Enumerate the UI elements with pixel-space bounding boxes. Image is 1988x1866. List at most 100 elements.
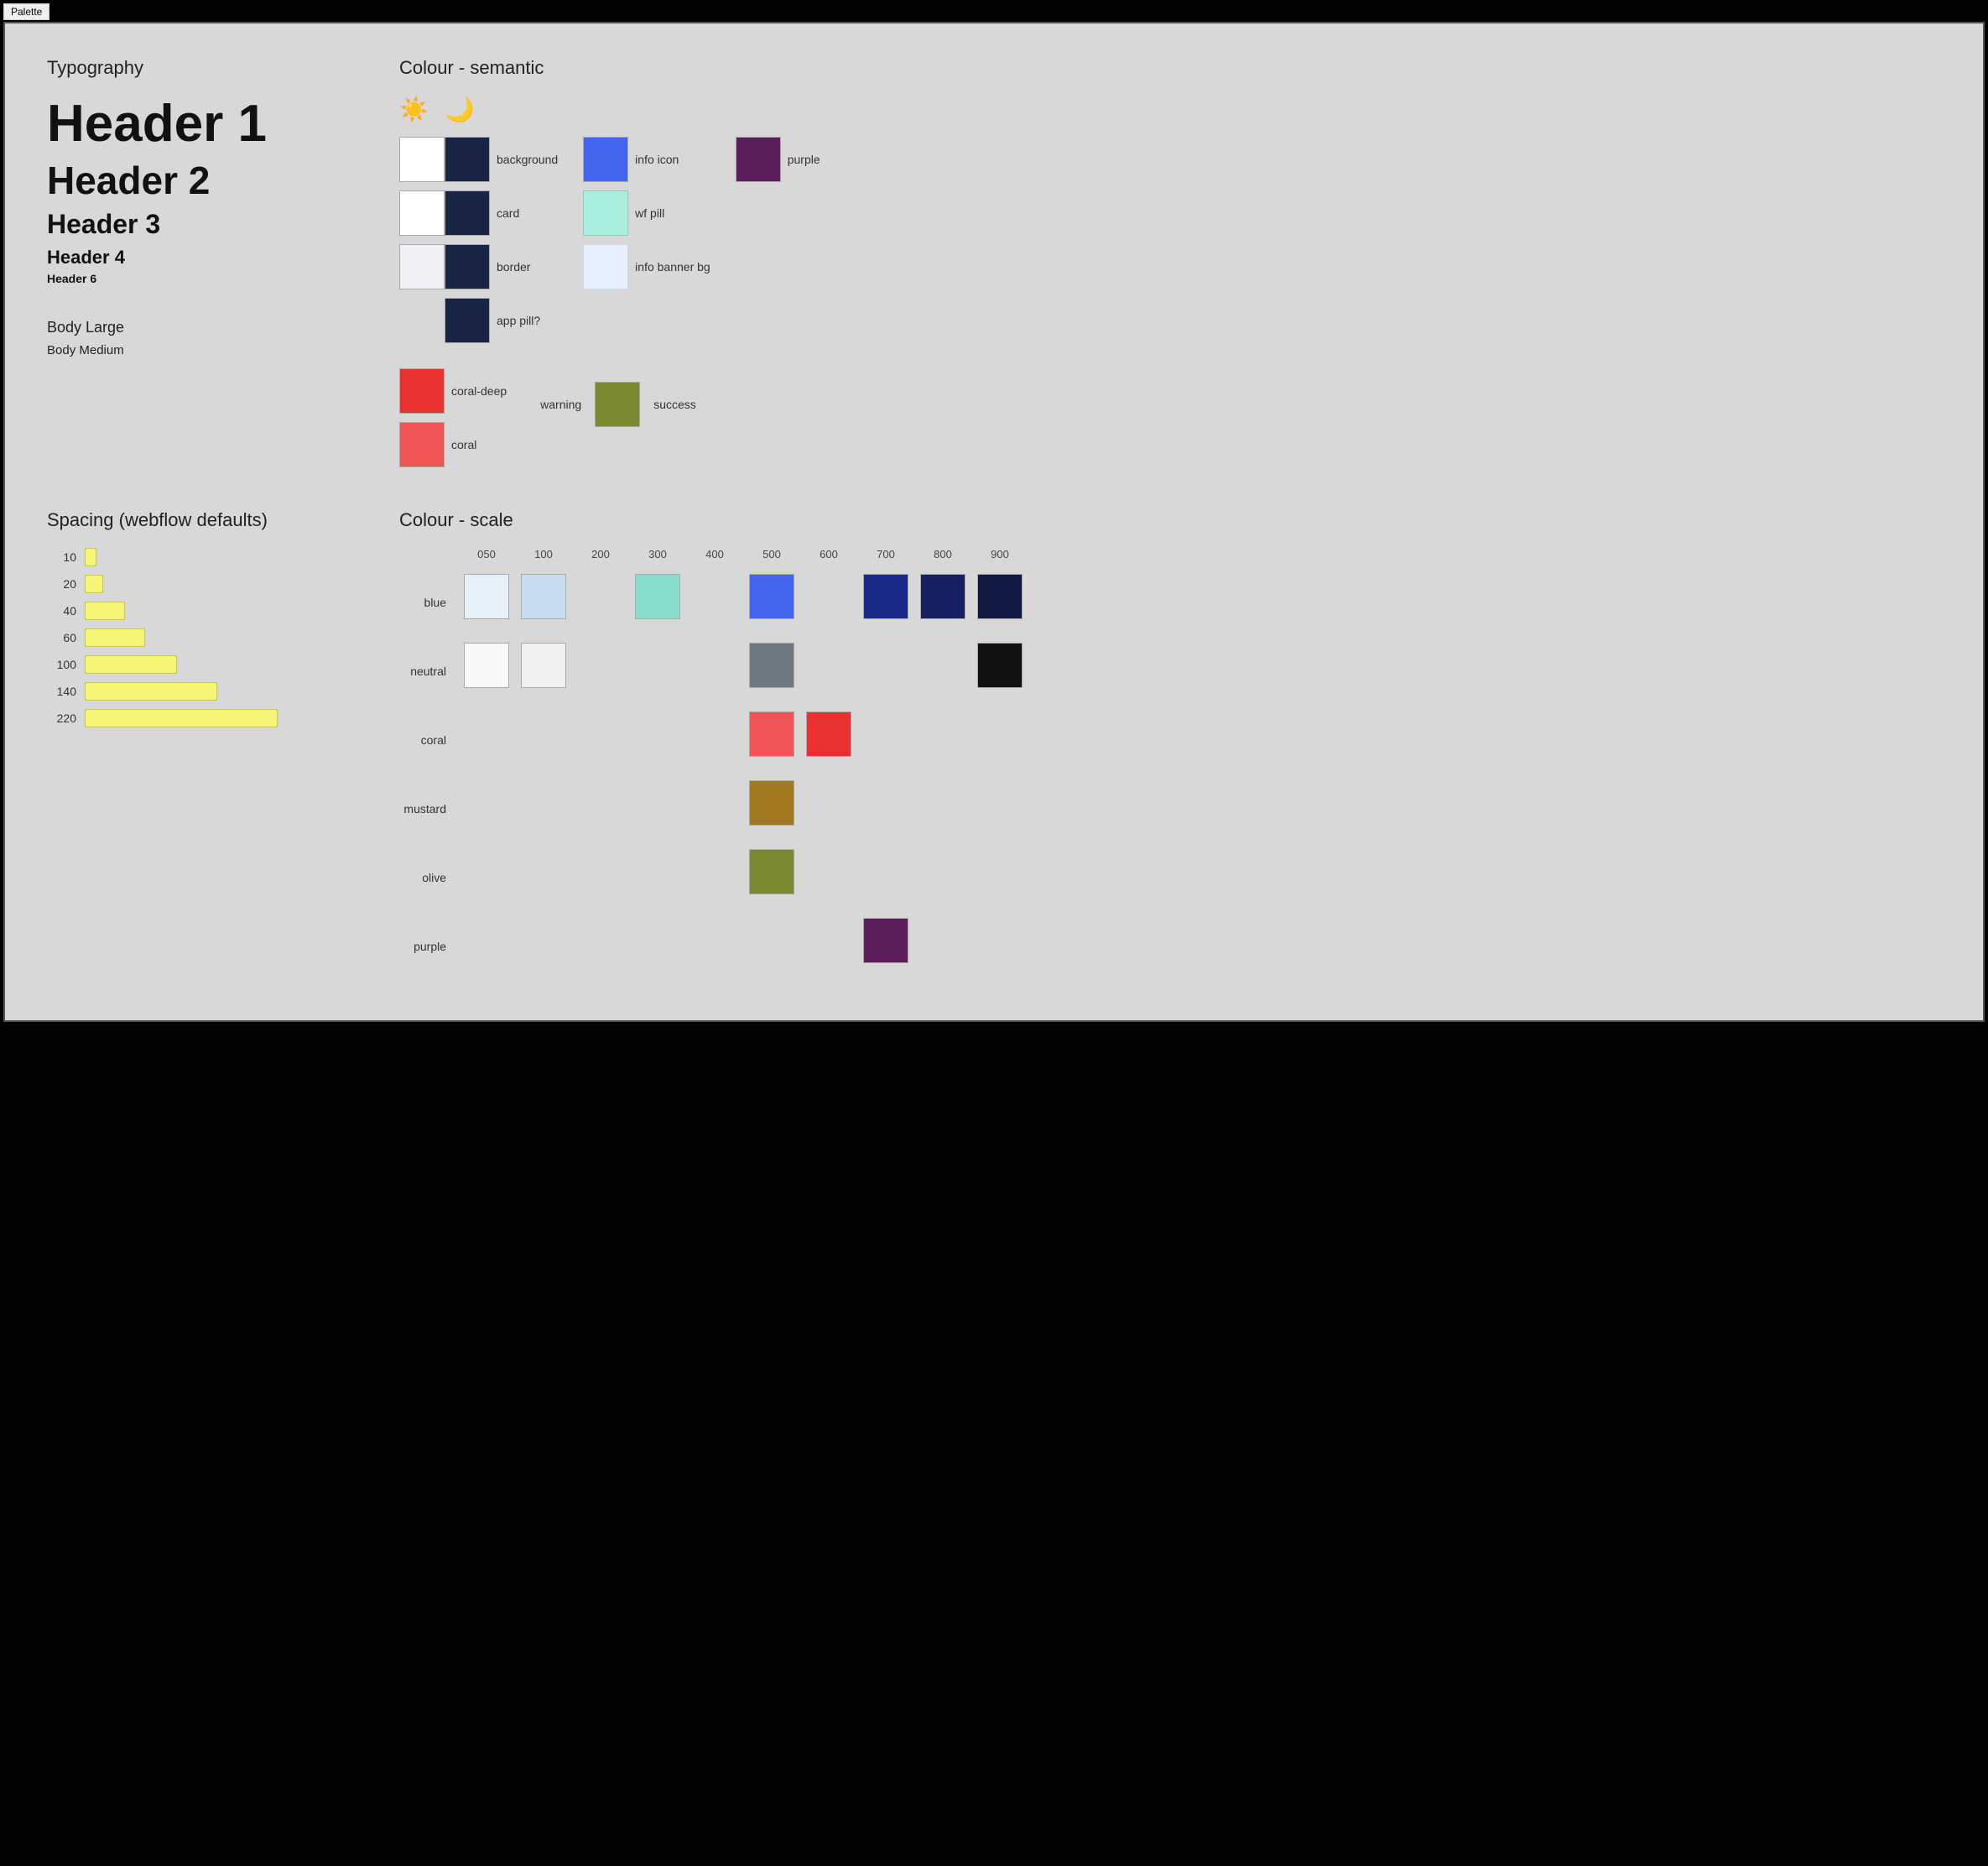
scale-row-olive: olive: [399, 849, 1941, 906]
colour-row-purple: purple: [736, 137, 820, 182]
swatch-purple: [736, 137, 781, 182]
scale-row-purple: purple: [399, 918, 1941, 975]
swatch-card-dark: [445, 190, 490, 236]
moon-icon: 🌙: [445, 96, 475, 123]
main-container: Typography Header 1 Header 2 Header 3 He…: [3, 22, 1985, 1022]
header-6: Header 6: [47, 272, 349, 285]
spacing-row-220: 220: [47, 709, 349, 727]
label-coral: coral: [451, 438, 476, 451]
body-medium: Body Medium: [47, 343, 349, 357]
spacing-label-20: 20: [47, 577, 76, 591]
scale-row-mustard: mustard: [399, 780, 1941, 837]
spacing-bar-100: [85, 655, 177, 674]
scale-row-coral: coral: [399, 711, 1941, 769]
spacing-bar-20: [85, 575, 103, 593]
label-purple: purple: [788, 153, 820, 166]
colour-scale-title: Colour - scale: [399, 509, 1941, 531]
spacing-row-60: 60: [47, 628, 349, 647]
swatch-background-dark: [445, 137, 490, 182]
spacing-bar-220: [85, 709, 278, 727]
swatch-card-light: [399, 190, 445, 236]
swatch-background-light: [399, 137, 445, 182]
col-header-100: 100: [515, 548, 572, 560]
header-4: Header 4: [47, 247, 349, 268]
col-header-800: 800: [914, 548, 971, 560]
colour-row-card: card: [399, 190, 558, 236]
spacing-bar-40: [85, 602, 125, 620]
swatch-info-banner-bg: [583, 244, 628, 289]
spacing-label-60: 60: [47, 631, 76, 644]
spacing-label-100: 100: [47, 658, 76, 671]
spacing-label-40: 40: [47, 604, 76, 618]
bottom-section: Spacing (webflow defaults) 10 20 40 60: [47, 509, 1941, 987]
colour-row-info-icon: info icon: [583, 137, 710, 182]
swatch-pair-border: [399, 244, 490, 289]
col-header-900: 900: [971, 548, 1028, 560]
scale-label-olive: olive: [399, 871, 458, 884]
col-header-600: 600: [800, 548, 857, 560]
spacing-row-10: 10: [47, 548, 349, 566]
swatch-coral-deep: [399, 368, 445, 414]
typography-title: Typography: [47, 57, 349, 79]
spacing-rows: 10 20 40 60 100: [47, 548, 349, 727]
scale-row-neutral: neutral: [399, 643, 1941, 700]
spacing-bar-10: [85, 548, 96, 566]
swatch-border-dark: [445, 244, 490, 289]
label-background: background: [497, 153, 558, 166]
label-success: success: [653, 398, 696, 411]
scale-label-coral: coral: [399, 733, 458, 747]
semantic-right-column: purple: [736, 137, 820, 352]
sun-icon: ☀️: [399, 96, 429, 123]
semantic-middle-column: info icon wf pill info banner bg: [583, 137, 710, 352]
label-coral-deep: coral-deep: [451, 384, 507, 398]
spacing-bar-140: [85, 682, 217, 701]
col-header-400: 400: [686, 548, 743, 560]
coral-column: coral-deep coral: [399, 368, 507, 467]
colour-row-coral-deep: coral-deep: [399, 368, 507, 414]
col-header-500: 500: [743, 548, 800, 560]
label-border: border: [497, 260, 530, 274]
top-section: Typography Header 1 Header 2 Header 3 He…: [47, 57, 1941, 467]
spacing-label-220: 220: [47, 711, 76, 725]
spacing-row-40: 40: [47, 602, 349, 620]
col-header-300: 300: [629, 548, 686, 560]
label-info-banner-bg: info banner bg: [635, 260, 710, 274]
spacing-label-10: 10: [47, 550, 76, 564]
colour-scale-section: Colour - scale 050 100 200 300 400 500 6…: [399, 509, 1941, 987]
warning-success-column: warning success: [540, 382, 696, 427]
col-header-200: 200: [572, 548, 629, 560]
colour-row-border: border: [399, 244, 558, 289]
semantic-left-column: background card: [399, 137, 558, 352]
swatch-wf-pill: [583, 190, 628, 236]
colour-row-app-pill: app pill?: [399, 298, 558, 343]
swatch-success: [595, 382, 640, 427]
scale-label-neutral: neutral: [399, 665, 458, 678]
window-title-bar: Palette: [3, 3, 1985, 22]
spacing-row-100: 100: [47, 655, 349, 674]
colour-row-info-banner-bg: info banner bg: [583, 244, 710, 289]
colour-row-coral: coral: [399, 422, 507, 467]
scale-label-mustard: mustard: [399, 802, 458, 816]
swatch-coral: [399, 422, 445, 467]
col-header-050: 050: [458, 548, 515, 560]
scale-label-blue: blue: [399, 596, 458, 609]
swatch-border-light: [399, 244, 445, 289]
label-card: card: [497, 206, 519, 220]
spacing-title: Spacing (webflow defaults): [47, 509, 349, 531]
colour-row-wf-pill: wf pill: [583, 190, 710, 236]
spacing-section: Spacing (webflow defaults) 10 20 40 60: [47, 509, 349, 987]
body-large: Body Large: [47, 319, 349, 336]
colour-semantic-title: Colour - semantic: [399, 57, 1941, 79]
spacing-label-140: 140: [47, 685, 76, 698]
col-header-700: 700: [857, 548, 914, 560]
header-1: Header 1: [47, 96, 349, 153]
spacing-row-140: 140: [47, 682, 349, 701]
header-2: Header 2: [47, 159, 349, 202]
colour-semantic-section: Colour - semantic ☀️ 🌙 background: [399, 57, 1941, 467]
theme-icons: ☀️ 🌙: [399, 96, 1941, 123]
scale-label-purple: purple: [399, 940, 458, 953]
window-title: Palette: [3, 3, 49, 20]
label-info-icon: info icon: [635, 153, 679, 166]
label-app-pill: app pill?: [497, 314, 540, 327]
header-3: Header 3: [47, 209, 349, 240]
